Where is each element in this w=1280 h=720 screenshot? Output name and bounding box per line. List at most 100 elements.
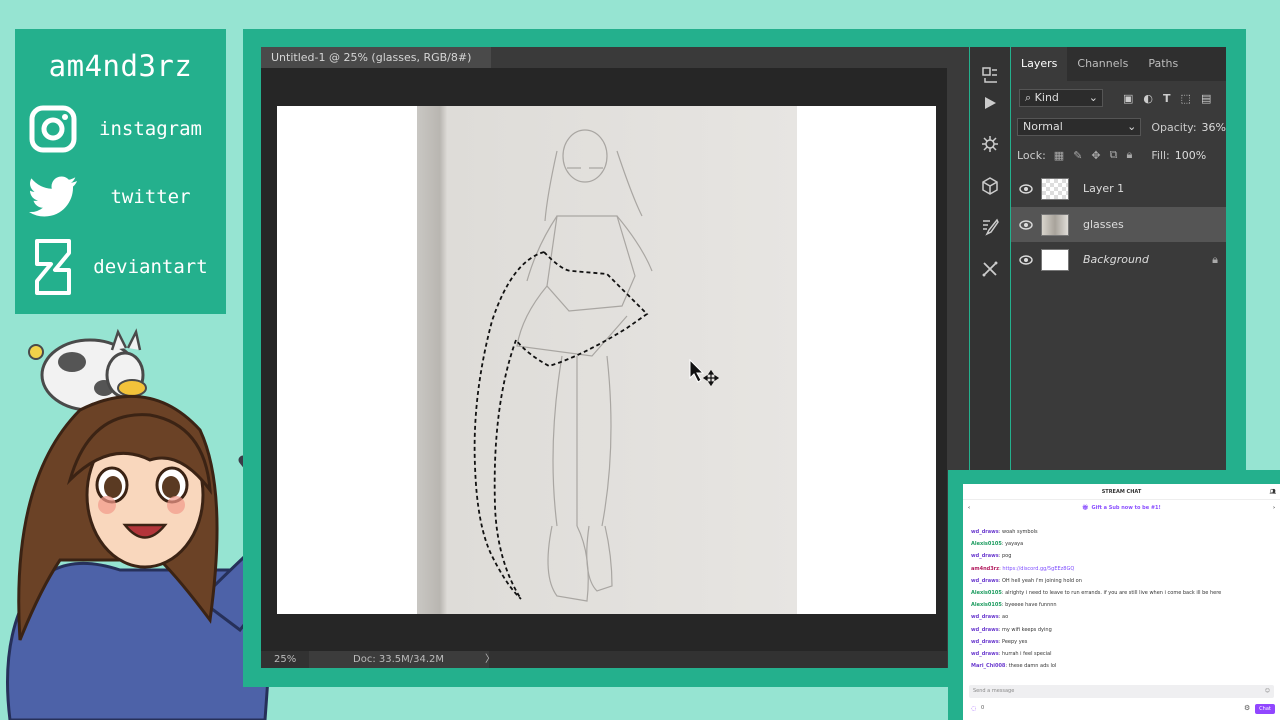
twitter-label: twitter bbox=[110, 186, 191, 208]
layer-thumbnail bbox=[1041, 213, 1069, 236]
chat-user[interactable]: wd_draws bbox=[971, 529, 999, 535]
status-menu-arrow[interactable]: 〉 bbox=[485, 651, 495, 668]
chat-message: Alexis0105: byeeee have funnnn bbox=[971, 602, 1057, 609]
play-icon[interactable] bbox=[978, 91, 1002, 115]
eye-icon[interactable] bbox=[1011, 183, 1041, 194]
chat-message: Mari_Chi008: these damn ads lol bbox=[971, 663, 1057, 670]
chat-user[interactable]: wd_draws bbox=[971, 614, 999, 620]
chevron-down-icon: ⌄ bbox=[1088, 91, 1098, 104]
3d-icon[interactable] bbox=[978, 174, 1002, 198]
chat-input[interactable]: Send a message ☺ bbox=[969, 685, 1274, 698]
gift-icon: 🎁︎ bbox=[1082, 505, 1089, 511]
move-cursor-icon bbox=[689, 359, 720, 387]
opacity-value[interactable]: 36% bbox=[1202, 121, 1226, 134]
eye-icon[interactable] bbox=[1011, 219, 1041, 230]
chat-user[interactable]: wd_draws bbox=[971, 578, 999, 584]
emote-icon[interactable]: ☺ bbox=[1265, 685, 1270, 698]
zoom-level[interactable]: 25% bbox=[274, 651, 296, 668]
smart-object-filter-icon[interactable]: ▤ bbox=[1201, 92, 1211, 105]
chevron-right-icon[interactable]: › bbox=[1273, 505, 1275, 511]
layer-thumbnail bbox=[1041, 248, 1069, 271]
chat-text: Peepy yes bbox=[1002, 638, 1028, 645]
adjustment-filter-icon[interactable]: ◐ bbox=[1143, 92, 1153, 105]
chat-user[interactable]: wd_draws bbox=[971, 639, 999, 645]
chat-text: my wifi keeps dying bbox=[1002, 626, 1052, 633]
panel-toolstrip bbox=[970, 47, 1010, 470]
blend-row: Normal ⌄ Opacity: 36% bbox=[1011, 118, 1226, 136]
settings-icon[interactable]: ⚙ bbox=[1244, 704, 1250, 712]
chat-message: wd_draws: OH hell yeah i'm joining hold … bbox=[971, 577, 1082, 584]
users-icon[interactable]: 👥︎ bbox=[1270, 484, 1276, 500]
chat-user[interactable]: Mari_Chi008 bbox=[971, 663, 1005, 669]
chat-header: STREAM CHAT 👥︎ bbox=[963, 484, 1280, 500]
chat-text: byeeee have funnnn bbox=[1005, 602, 1057, 609]
blend-mode-select[interactable]: Normal ⌄ bbox=[1017, 118, 1142, 136]
image-filter-icon[interactable]: ▣ bbox=[1123, 92, 1133, 105]
chat-user[interactable]: Alexis0105 bbox=[971, 590, 1002, 596]
chat-message: wd_draws: Peepy yes bbox=[971, 638, 1028, 645]
chat-user[interactable]: Alexis0105 bbox=[971, 541, 1002, 547]
chat-user[interactable]: wd_draws bbox=[971, 627, 999, 633]
social-panel: am4nd3rz instagram twitter deviantart bbox=[15, 29, 226, 314]
search-icon: ⌕ bbox=[1025, 91, 1032, 104]
chat-message: wd_draws: ao bbox=[971, 614, 1009, 621]
brush-settings-icon[interactable] bbox=[978, 215, 1002, 239]
doc-size: Doc: 33.5M/34.2M bbox=[353, 654, 445, 665]
chat-messages: wd_draws: woah symbols Alexis0105: yayay… bbox=[971, 526, 1271, 672]
shape-filter-icon[interactable]: ⬚ bbox=[1181, 92, 1191, 105]
tab-paths[interactable]: Paths bbox=[1138, 47, 1188, 81]
chat-send-button[interactable]: Chat bbox=[1255, 704, 1275, 714]
lock-icon: 🔒︎ bbox=[1212, 252, 1218, 266]
stream-chat: STREAM CHAT 👥︎ ‹ 🎁︎ Gift a Sub now to be … bbox=[963, 484, 1280, 720]
filter-row: ⌕ Kind ⌄ ▣ ◐ T ⬚ ▤ bbox=[1011, 89, 1226, 107]
social-link-deviantart[interactable]: deviantart bbox=[27, 239, 222, 295]
chat-user[interactable]: am4nd3rz bbox=[971, 566, 999, 572]
chat-input-placeholder: Send a message bbox=[973, 688, 1015, 694]
chat-text: yayaya bbox=[1005, 541, 1024, 548]
layer-row-selected[interactable]: glasses bbox=[1011, 207, 1226, 242]
type-filter-icon[interactable]: T bbox=[1163, 92, 1171, 105]
chevron-left-icon[interactable]: ‹ bbox=[968, 505, 970, 511]
chat-message: wd_draws: pog bbox=[971, 553, 1012, 560]
history-icon[interactable] bbox=[978, 63, 1002, 87]
layer-row[interactable]: Background 🔒︎ bbox=[1011, 242, 1226, 277]
eye-icon[interactable] bbox=[1011, 254, 1041, 265]
layer-thumbnail bbox=[1041, 177, 1069, 200]
fill-value[interactable]: 100% bbox=[1175, 149, 1206, 162]
layer-name: Background bbox=[1083, 253, 1149, 266]
lock-all-icon[interactable]: 🔒︎ bbox=[1127, 148, 1133, 162]
lock-position-icon[interactable]: ✥ bbox=[1091, 149, 1100, 162]
instagram-label: instagram bbox=[99, 118, 202, 140]
chat-link[interactable]: https://discord.gg/5gEEz8GQ bbox=[1002, 566, 1074, 572]
document-canvas[interactable] bbox=[277, 106, 936, 614]
chat-user[interactable]: wd_draws bbox=[971, 651, 999, 657]
layer-row[interactable]: Layer 1 bbox=[1011, 171, 1226, 206]
chat-text: alrighty i need to leave to run errands.… bbox=[1005, 589, 1222, 596]
chat-title: STREAM CHAT bbox=[1101, 489, 1142, 495]
document-tab[interactable]: Untitled-1 @ 25% (glasses, RGB/8#) *× bbox=[261, 47, 491, 85]
adjustments-icon[interactable] bbox=[978, 132, 1002, 156]
chevron-down-icon: ⌄ bbox=[1127, 120, 1137, 133]
gift-text: Gift a Sub now to be #1! bbox=[1091, 505, 1161, 511]
deviantart-icon bbox=[27, 239, 79, 295]
channel-points-icon[interactable]: ◌ bbox=[971, 705, 976, 712]
layers-panel: Layers Channels Paths ⌕ Kind ⌄ ▣ ◐ T ⬚ ▤… bbox=[1011, 47, 1226, 470]
tab-layers[interactable]: Layers bbox=[1011, 47, 1068, 81]
layer-filter-select[interactable]: ⌕ Kind ⌄ bbox=[1019, 89, 1103, 107]
layer-name: Layer 1 bbox=[1083, 182, 1125, 195]
chat-message: am4nd3rz: https://discord.gg/5gEEz8GQ bbox=[971, 565, 1075, 572]
social-link-twitter[interactable]: twitter bbox=[27, 171, 222, 223]
lock-transparent-icon[interactable]: ▦ bbox=[1054, 149, 1064, 162]
lock-pixels-icon[interactable]: ✎ bbox=[1073, 149, 1082, 162]
gift-banner[interactable]: ‹ 🎁︎ Gift a Sub now to be #1! › bbox=[963, 500, 1280, 516]
document-window: Untitled-1 @ 25% (glasses, RGB/8#) *× bbox=[261, 47, 969, 668]
chat-message: Alexis0105: alrighty i need to leave to … bbox=[971, 589, 1222, 596]
lock-artboard-icon[interactable]: ⧉ bbox=[1110, 148, 1118, 162]
canvas-area[interactable] bbox=[261, 68, 947, 651]
social-link-instagram[interactable]: instagram bbox=[27, 103, 222, 155]
twitter-icon bbox=[27, 171, 79, 223]
chat-user[interactable]: Alexis0105 bbox=[971, 602, 1002, 608]
tab-channels[interactable]: Channels bbox=[1067, 47, 1138, 81]
tools-icon[interactable] bbox=[978, 257, 1002, 281]
chat-user[interactable]: wd_draws bbox=[971, 553, 999, 559]
